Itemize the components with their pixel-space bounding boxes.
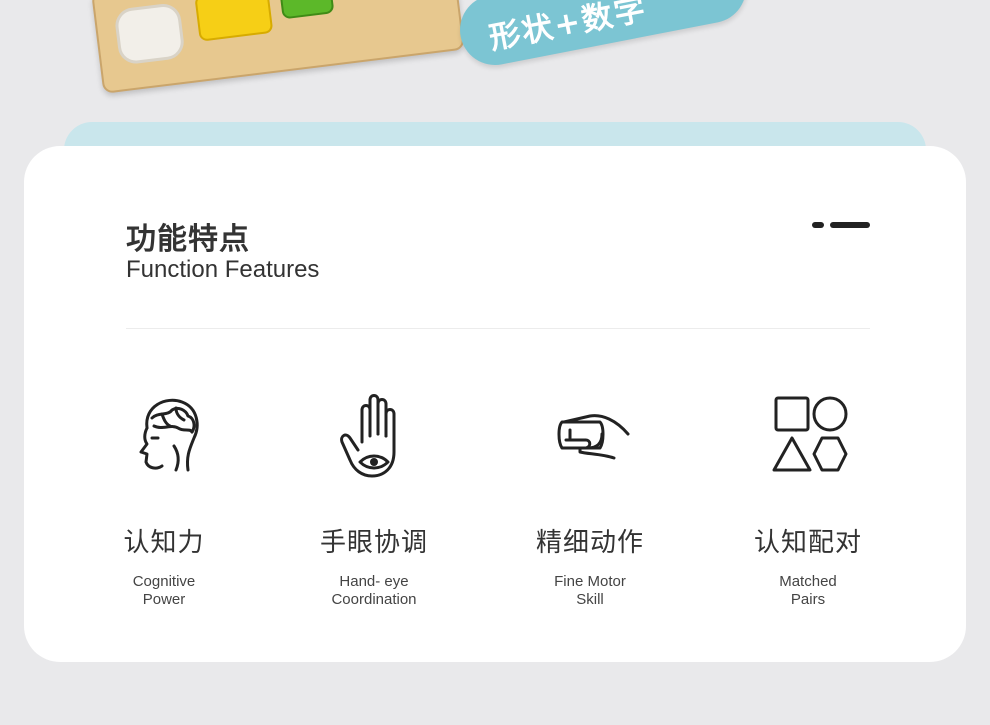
green-peg	[277, 0, 335, 20]
feature-label-cn: 认知力	[123, 528, 205, 558]
dash-long	[830, 222, 870, 228]
feature-label-en: Matched Pairs	[779, 573, 837, 608]
feature-label-en: Fine Motor Skill	[554, 573, 626, 608]
feature-label-en: Hand- eye Coordination	[331, 573, 417, 608]
feature-hand-eye: 手眼协调 Hand- eye Coordination	[274, 386, 474, 609]
product-tag: 形状+数字	[453, 0, 753, 72]
feature-fine-motor: 精细动作 Fine Motor Skill	[490, 386, 690, 609]
feature-cognitive-power: 认知力 Cognitive Power	[64, 386, 264, 609]
product-tag-text: 形状+数字	[486, 0, 651, 57]
shapes-icon	[772, 396, 848, 472]
feature-matched-pairs: 认知配对 Matched Pairs	[708, 386, 908, 609]
brain-head-icon	[139, 398, 199, 472]
dash-decoration	[812, 222, 870, 228]
hand-eye-icon	[340, 394, 396, 478]
feature-label-cn: 精细动作	[535, 528, 644, 558]
section-title-en: Function Features	[126, 256, 320, 283]
yellow-peg	[194, 0, 274, 42]
feature-label-cn: 认知配对	[753, 528, 862, 558]
dash-short	[812, 222, 824, 228]
wooden-puzzle-board	[91, 0, 465, 94]
hand-grip-icon	[557, 414, 630, 460]
white-peg	[113, 1, 186, 66]
page: 形状+数字 功能特点 Function Features 认知力 Cogniti…	[0, 0, 990, 725]
product-photo: 形状+数字	[0, 0, 990, 110]
feature-label-cn: 手眼协调	[319, 528, 428, 558]
feature-label-en: Cognitive Power	[132, 573, 196, 608]
features-card: 功能特点 Function Features 认知力 Cognitive Pow…	[24, 146, 966, 662]
section-title-cn: 功能特点	[126, 222, 250, 257]
section-divider	[126, 328, 870, 329]
